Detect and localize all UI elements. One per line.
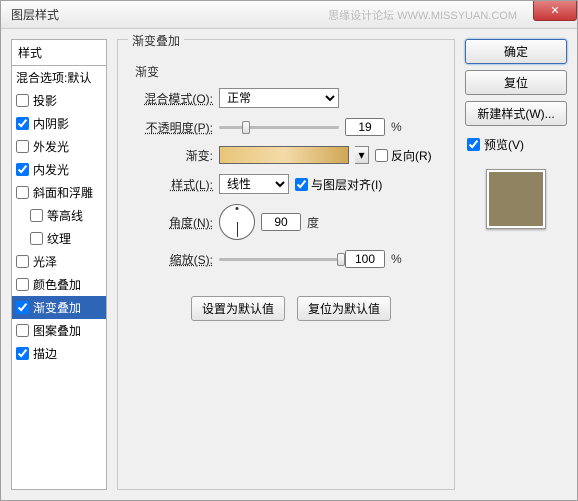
scale-slider[interactable] xyxy=(219,258,339,261)
style-check-8[interactable] xyxy=(16,278,29,291)
style-item-1[interactable]: 内阴影 xyxy=(12,112,106,135)
style-check-11[interactable] xyxy=(16,347,29,360)
style-label-6: 纹理 xyxy=(47,230,71,247)
style-row: 样式(L): 线性 与图层对齐(I) xyxy=(141,174,441,194)
reverse-checkbox[interactable]: 反向(R) xyxy=(375,147,432,164)
ok-button[interactable]: 确定 xyxy=(465,39,567,64)
styles-list: 混合选项:默认 投影内阴影外发光内发光斜面和浮雕等高线纹理光泽颜色叠加渐变叠加图… xyxy=(11,66,107,490)
style-check-1[interactable] xyxy=(16,117,29,130)
style-item-0[interactable]: 投影 xyxy=(12,89,106,112)
content: 样式 混合选项:默认 投影内阴影外发光内发光斜面和浮雕等高线纹理光泽颜色叠加渐变… xyxy=(1,29,577,500)
style-label-3: 内发光 xyxy=(33,161,69,178)
styles-header[interactable]: 样式 xyxy=(11,39,107,66)
style-label-11: 描边 xyxy=(33,345,57,362)
preview-swatch xyxy=(486,169,546,229)
angle-unit: 度 xyxy=(307,214,319,231)
style-label-9: 渐变叠加 xyxy=(33,299,81,316)
style-label-2: 外发光 xyxy=(33,138,69,155)
angle-row: 角度(N): 度 xyxy=(141,204,441,240)
style-label-4: 斜面和浮雕 xyxy=(33,184,93,201)
scale-label: 缩放(S): xyxy=(141,251,213,268)
style-item-5[interactable]: 等高线 xyxy=(12,204,106,227)
style-check-4[interactable] xyxy=(16,186,29,199)
style-check-5[interactable] xyxy=(30,209,43,222)
subgroup-label: 渐变 xyxy=(131,63,441,80)
style-check-2[interactable] xyxy=(16,140,29,153)
gradient-dropdown-arrow[interactable]: ▾ xyxy=(355,146,369,164)
scale-pct: % xyxy=(391,252,402,266)
set-default-button[interactable]: 设置为默认值 xyxy=(191,296,285,321)
cancel-button[interactable]: 复位 xyxy=(465,70,567,95)
style-label-1: 内阴影 xyxy=(33,115,69,132)
opacity-slider[interactable] xyxy=(219,126,339,129)
scale-row: 缩放(S): % xyxy=(141,250,441,268)
close-button[interactable]: ✕ xyxy=(533,1,577,21)
angle-label: 角度(N): xyxy=(141,214,213,231)
style-item-10[interactable]: 图案叠加 xyxy=(12,319,106,342)
style-item-2[interactable]: 外发光 xyxy=(12,135,106,158)
style-label: 样式(L): xyxy=(141,176,213,193)
options-panel: 渐变叠加 渐变 混合模式(O): 正常 不透明度(P): % xyxy=(117,39,455,490)
style-label-8: 颜色叠加 xyxy=(33,276,81,293)
style-item-6[interactable]: 纹理 xyxy=(12,227,106,250)
style-item-8[interactable]: 颜色叠加 xyxy=(12,273,106,296)
preview-checkbox[interactable]: 预览(V) xyxy=(465,132,567,157)
scale-input[interactable] xyxy=(345,250,385,268)
blend-mode-row: 混合模式(O): 正常 xyxy=(141,88,441,108)
style-item-11[interactable]: 描边 xyxy=(12,342,106,365)
watermark: 思缘设计论坛 WWW.MISSYUAN.COM xyxy=(328,7,517,23)
opacity-label: 不透明度(P): xyxy=(141,119,213,136)
gradient-preview[interactable] xyxy=(219,146,349,164)
styles-panel: 样式 混合选项:默认 投影内阴影外发光内发光斜面和浮雕等高线纹理光泽颜色叠加渐变… xyxy=(11,39,107,490)
style-check-9[interactable] xyxy=(16,301,29,314)
style-check-0[interactable] xyxy=(16,94,29,107)
style-item-4[interactable]: 斜面和浮雕 xyxy=(12,181,106,204)
blend-options-header[interactable]: 混合选项:默认 xyxy=(12,66,106,89)
opacity-row: 不透明度(P): % xyxy=(141,118,441,136)
window-title: 图层样式 xyxy=(5,6,59,23)
style-label-5: 等高线 xyxy=(47,207,83,224)
new-style-button[interactable]: 新建样式(W)... xyxy=(465,101,567,126)
style-item-7[interactable]: 光泽 xyxy=(12,250,106,273)
scale-thumb[interactable] xyxy=(337,253,345,266)
opacity-input[interactable] xyxy=(345,118,385,136)
gradient-row: 渐变: ▾ 反向(R) xyxy=(141,146,441,164)
style-item-9[interactable]: 渐变叠加 xyxy=(12,296,106,319)
angle-input[interactable] xyxy=(261,213,301,231)
opacity-pct: % xyxy=(391,120,402,134)
gradient-label: 渐变: xyxy=(141,147,213,164)
style-check-3[interactable] xyxy=(16,163,29,176)
style-label-10: 图案叠加 xyxy=(33,322,81,339)
style-select[interactable]: 线性 xyxy=(219,174,289,194)
reset-default-button[interactable]: 复位为默认值 xyxy=(297,296,391,321)
group-title: 渐变叠加 xyxy=(128,32,184,49)
layer-style-dialog: 图层样式 思缘设计论坛 WWW.MISSYUAN.COM ✕ 样式 混合选项:默… xyxy=(0,0,578,501)
opacity-thumb[interactable] xyxy=(242,121,250,134)
style-check-6[interactable] xyxy=(30,232,43,245)
defaults-row: 设置为默认值 复位为默认值 xyxy=(141,296,441,321)
blend-mode-label: 混合模式(O): xyxy=(141,90,213,107)
actions-panel: 确定 复位 新建样式(W)... 预览(V) xyxy=(465,39,567,490)
align-checkbox[interactable]: 与图层对齐(I) xyxy=(295,176,382,193)
style-label-7: 光泽 xyxy=(33,253,57,270)
style-check-10[interactable] xyxy=(16,324,29,337)
style-item-3[interactable]: 内发光 xyxy=(12,158,106,181)
titlebar[interactable]: 图层样式 思缘设计论坛 WWW.MISSYUAN.COM ✕ xyxy=(1,1,577,29)
blend-mode-select[interactable]: 正常 xyxy=(219,88,339,108)
style-label-0: 投影 xyxy=(33,92,57,109)
style-check-7[interactable] xyxy=(16,255,29,268)
gradient-overlay-group: 渐变叠加 渐变 混合模式(O): 正常 不透明度(P): % xyxy=(117,39,455,490)
angle-dial[interactable] xyxy=(219,204,255,240)
